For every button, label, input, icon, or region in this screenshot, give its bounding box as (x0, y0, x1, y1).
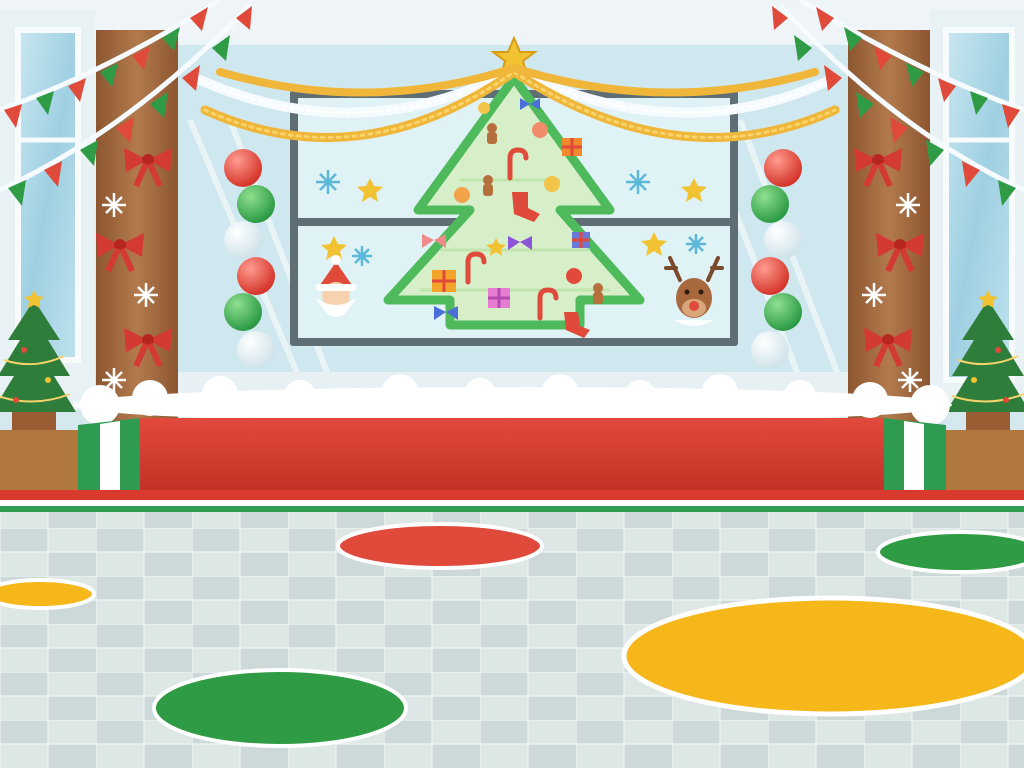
stage-platform (0, 418, 1024, 512)
floor-spot-yellow (0, 578, 96, 610)
gift-box-icon (572, 232, 590, 248)
gift-box-icon (432, 270, 456, 292)
floor-spot-yellow (621, 595, 1024, 717)
floor-spot-green (876, 530, 1024, 574)
gift-box-icon (488, 288, 510, 308)
gift-box-icon (562, 138, 582, 156)
right-wood-pillar (848, 30, 930, 425)
floor-spot-green (152, 668, 408, 748)
floor-spot-red (336, 522, 544, 570)
scene-canvas (0, 0, 1024, 768)
christmas-stage-scene (0, 0, 1024, 768)
